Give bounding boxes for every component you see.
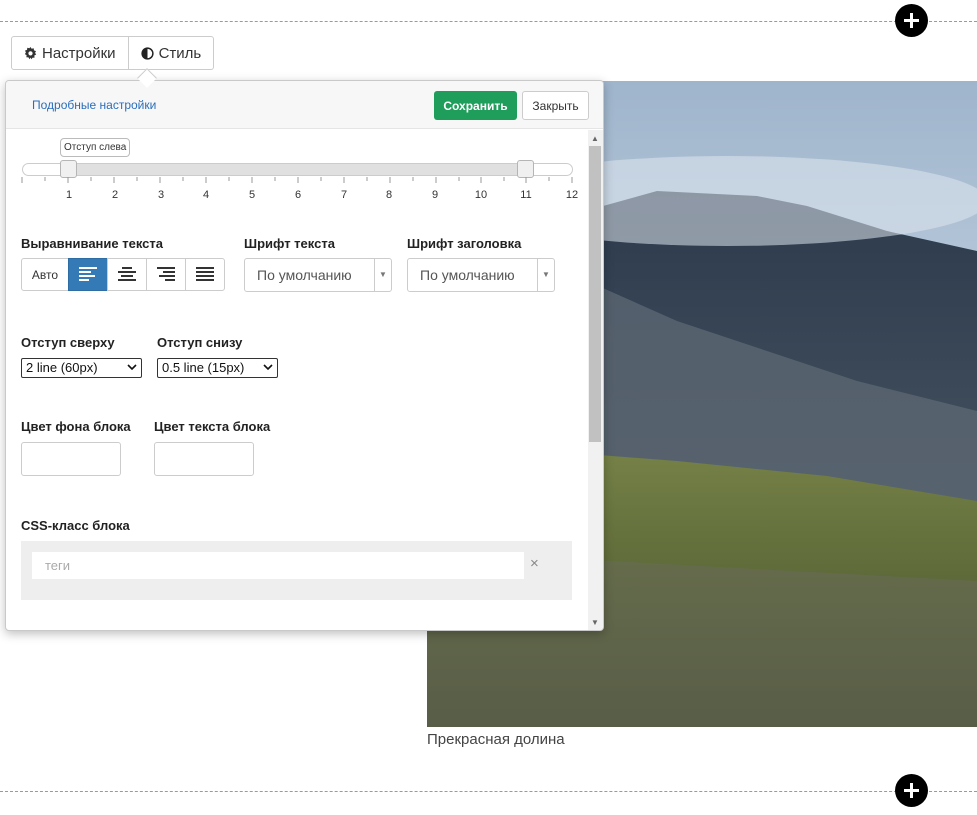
scroll-up-arrow-icon[interactable]: ▲ xyxy=(591,134,599,143)
clear-tags-button[interactable]: × xyxy=(530,555,539,572)
plus-icon xyxy=(904,13,919,28)
slider-tick-label: 4 xyxy=(202,189,210,201)
text-align-label: Выравнивание текста xyxy=(21,236,163,251)
heading-font-value: По умолчанию xyxy=(420,267,515,283)
align-center-icon xyxy=(118,267,136,281)
text-align-group: Авто xyxy=(21,258,225,291)
scroll-down-arrow-icon[interactable]: ▼ xyxy=(591,618,599,627)
photo-caption: Прекрасная долина xyxy=(427,731,565,748)
slider-tick-label: 6 xyxy=(294,189,302,201)
heading-font-select[interactable]: По умолчанию ▼ xyxy=(407,258,555,292)
save-button[interactable]: Сохранить xyxy=(434,91,517,120)
heading-font-label: Шрифт заголовка xyxy=(407,236,522,251)
slider-tick-labels: 1 2 3 4 5 6 7 8 9 10 11 12 xyxy=(6,189,603,205)
slider-tick-label: 12 xyxy=(565,189,579,201)
align-left-button[interactable] xyxy=(68,258,108,291)
tab-settings-label: Настройки xyxy=(42,44,116,62)
slider-tick-label: 7 xyxy=(340,189,348,201)
add-block-button-bottom[interactable] xyxy=(895,774,928,807)
chevron-down-icon xyxy=(263,364,273,371)
text-color-label: Цвет текста блока xyxy=(154,419,271,434)
block-tabs: Настройки Стиль xyxy=(11,36,215,70)
tab-style-label: Стиль xyxy=(158,44,202,62)
slider-tick-label: 5 xyxy=(248,189,256,201)
padding-bottom-value: 0.5 line (15px) xyxy=(162,360,245,375)
slider-tick-label: 11 xyxy=(520,189,532,201)
align-right-button[interactable] xyxy=(146,258,186,291)
text-font-value: По умолчанию xyxy=(257,267,352,283)
align-left-icon xyxy=(79,267,97,281)
bg-color-label: Цвет фона блока xyxy=(21,419,131,434)
section-divider-top xyxy=(0,21,977,22)
panel-header: Подробные настройки Сохранить Закрыть xyxy=(6,81,603,129)
slider-tick-label: 8 xyxy=(385,189,393,201)
slider-ticks xyxy=(21,177,573,183)
caret-down-icon: ▼ xyxy=(374,259,391,291)
padding-top-select[interactable]: 2 line (60px) xyxy=(21,358,142,378)
style-settings-panel: Подробные настройки Сохранить Закрыть От… xyxy=(5,80,604,631)
text-font-select[interactable]: По умолчанию ▼ xyxy=(244,258,392,292)
padding-top-value: 2 line (60px) xyxy=(26,360,98,375)
indent-slider-handle-left[interactable] xyxy=(60,160,77,178)
slider-tick-label: 2 xyxy=(111,189,119,201)
bg-color-input[interactable] xyxy=(21,442,121,476)
align-center-button[interactable] xyxy=(107,258,147,291)
align-justify-button[interactable] xyxy=(185,258,225,291)
panel-scrollbar[interactable]: ▲ ▼ xyxy=(588,130,603,630)
slider-tooltip: Отступ слева xyxy=(60,138,131,157)
align-right-icon xyxy=(157,267,175,281)
plus-icon xyxy=(904,783,919,798)
chevron-down-icon xyxy=(127,364,137,371)
scrollbar-thumb[interactable] xyxy=(589,146,601,442)
css-class-label: CSS-класс блока xyxy=(21,518,130,533)
indent-slider-range xyxy=(68,164,525,175)
contrast-icon xyxy=(140,46,154,60)
align-justify-icon xyxy=(196,267,214,281)
padding-top-label: Отступ сверху xyxy=(21,335,115,350)
text-color-input[interactable] xyxy=(154,442,254,476)
advanced-settings-link[interactable]: Подробные настройки xyxy=(32,98,156,112)
gear-icon xyxy=(24,46,37,59)
text-font-label: Шрифт текста xyxy=(244,236,335,251)
add-block-button-top[interactable] xyxy=(895,4,928,37)
close-button[interactable]: Закрыть xyxy=(522,91,589,120)
tab-style[interactable]: Стиль xyxy=(128,36,215,70)
indent-slider-handle-right[interactable] xyxy=(517,160,534,178)
css-class-tags-box: теги × xyxy=(21,541,572,600)
padding-bottom-label: Отступ снизу xyxy=(157,335,243,350)
align-auto-button[interactable]: Авто xyxy=(21,258,69,291)
css-class-tags-input[interactable]: теги xyxy=(32,552,524,579)
padding-bottom-select[interactable]: 0.5 line (15px) xyxy=(157,358,278,378)
slider-tick-label: 10 xyxy=(474,189,488,201)
tab-settings[interactable]: Настройки xyxy=(11,36,129,70)
slider-tick-label: 3 xyxy=(157,189,165,201)
slider-tick-label: 1 xyxy=(65,189,73,201)
caret-down-icon: ▼ xyxy=(537,259,554,291)
section-divider-bottom xyxy=(0,791,977,792)
slider-tick-label: 9 xyxy=(431,189,439,201)
